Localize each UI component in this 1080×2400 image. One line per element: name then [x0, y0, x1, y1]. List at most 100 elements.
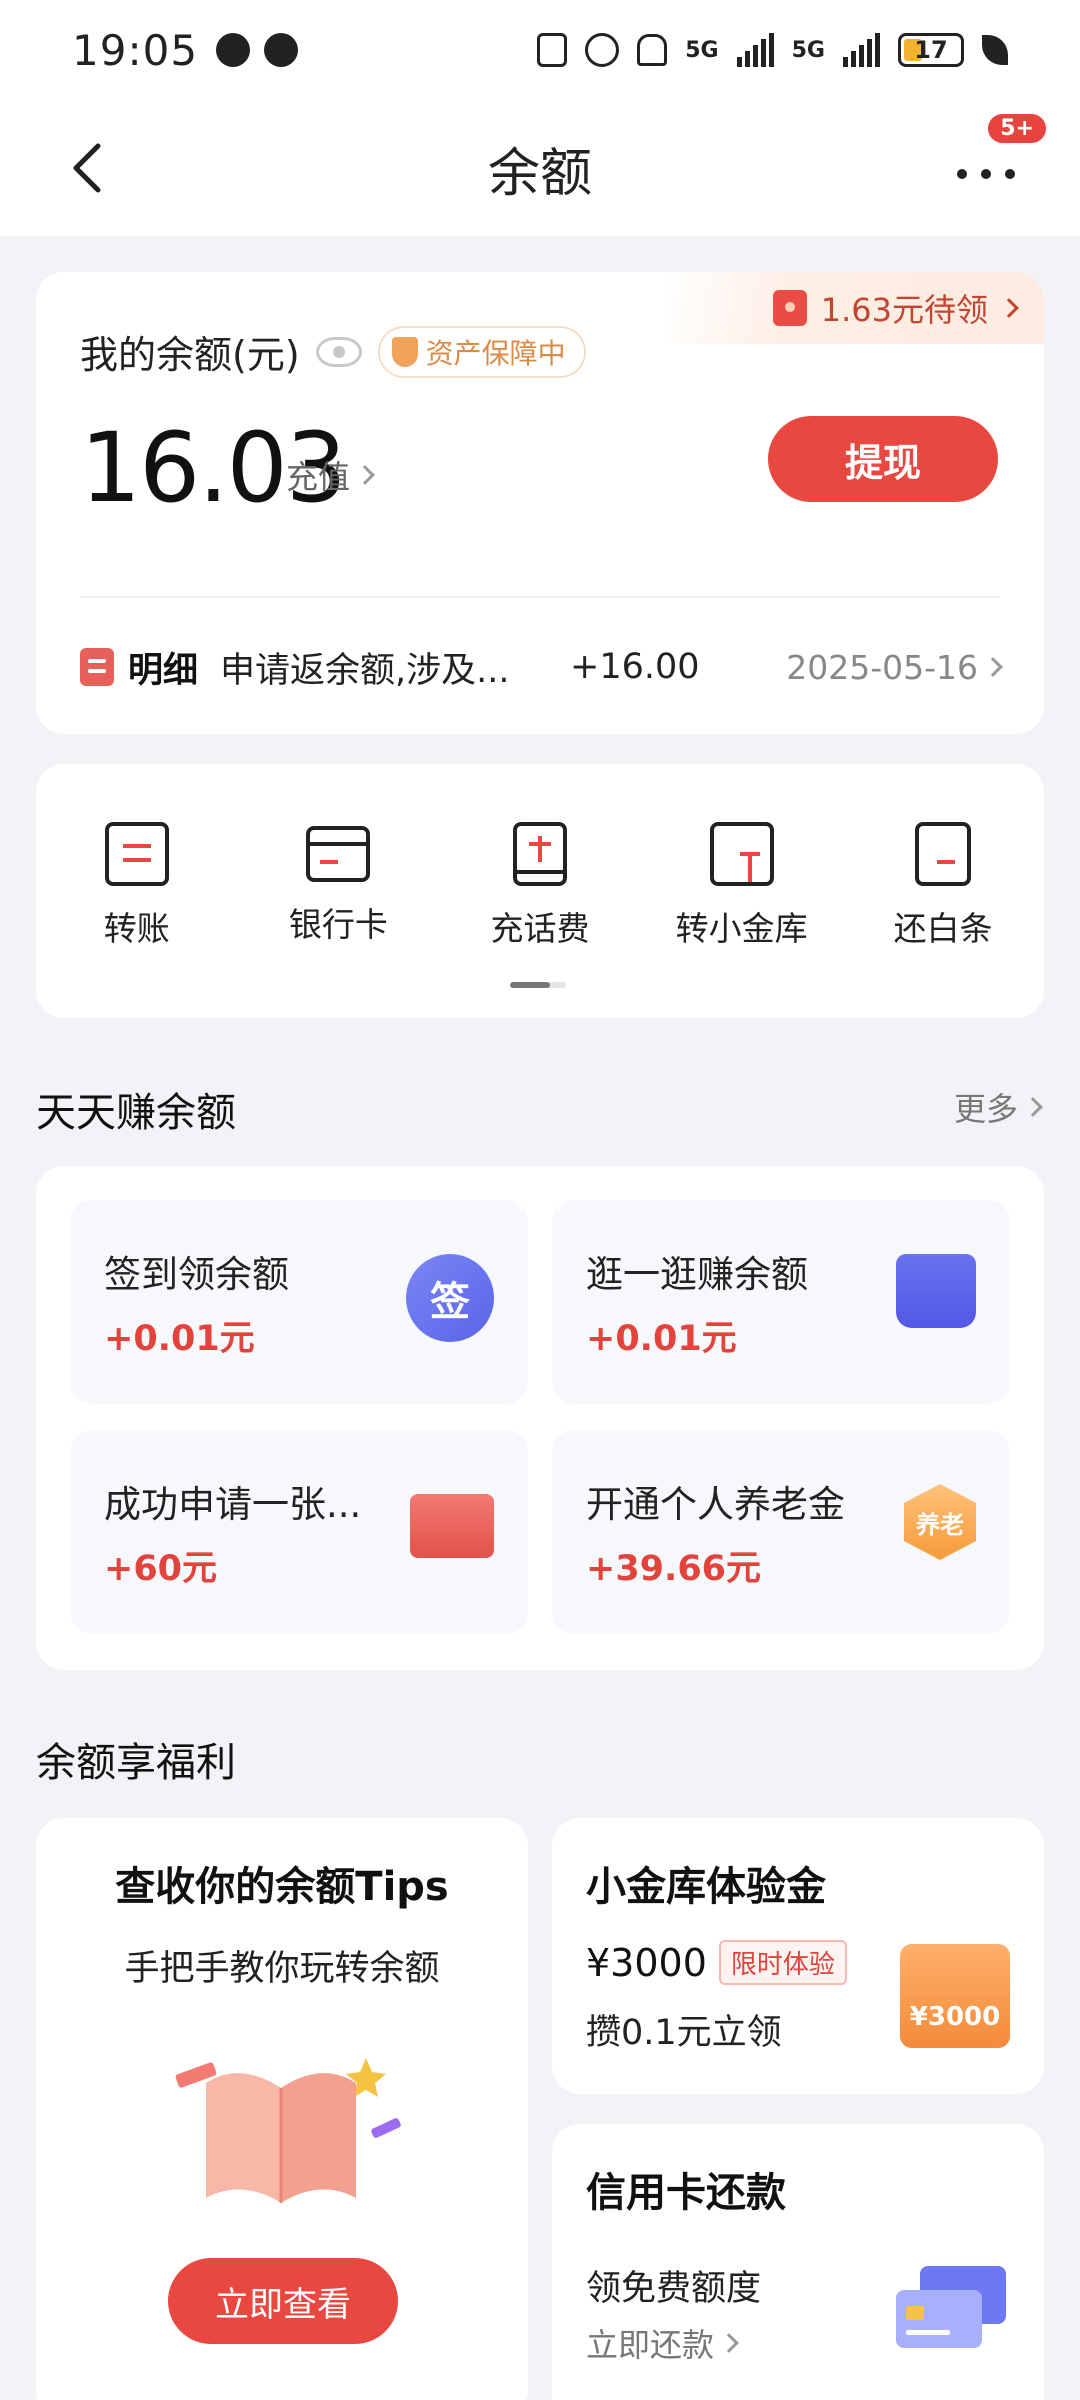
asset-protection-badge[interactable]: 资产保障中	[377, 325, 586, 378]
scroll-indicator	[510, 982, 566, 988]
earn-more-link[interactable]: 更多	[953, 1084, 1043, 1130]
redpacket-pending-link[interactable]: 1.63元待领	[662, 272, 1044, 344]
earn-task-pension[interactable]: 开通个人养老金 +39.66元 养老	[552, 1430, 1010, 1634]
detail-amount: +16.00	[570, 647, 700, 687]
more-label: 更多	[953, 1090, 1018, 1128]
redpacket-text: 1.63元待领	[820, 291, 988, 329]
detail-description: 申请返余额,涉及...	[220, 650, 510, 691]
signal-2-icon	[843, 33, 880, 67]
withdraw-button[interactable]: 提现	[768, 416, 998, 502]
repay-now-label: 立即还款	[586, 2326, 715, 2364]
shopping-bag-icon	[896, 1254, 976, 1328]
balance-card: 1.63元待领 我的余额(元) 资产保障中 16.03 充值 提现 明细 申请返…	[36, 272, 1044, 734]
credit-title: 信用卡还款	[586, 2170, 786, 2216]
detail-label: 明细	[128, 650, 199, 691]
bank-card-icon	[306, 826, 371, 882]
signal-1-icon	[736, 33, 774, 67]
pension-icon: 养老	[904, 1484, 976, 1560]
task-reward: +0.01元	[104, 1319, 255, 1359]
chevron-right-icon	[719, 2333, 739, 2353]
vault-transfer-icon	[709, 822, 774, 886]
eye-icon[interactable]	[315, 336, 362, 367]
signal-2-label: 5G	[791, 37, 825, 63]
transaction-detail-row[interactable]: 明细 申请返余额,涉及... +16.00 2025-05-16	[80, 632, 1003, 702]
message-icon	[264, 33, 299, 67]
vault-amount-row: ¥3000 限时体验	[586, 1940, 847, 1985]
task-reward: +39.66元	[586, 1549, 762, 1589]
chevron-right-icon	[983, 657, 1003, 677]
tips-subtitle: 手把手教你玩转余额	[124, 1949, 440, 1989]
detail-icon	[80, 648, 114, 686]
detail-date-wrap: 2025-05-16	[786, 647, 1003, 687]
back-icon[interactable]	[60, 138, 120, 198]
vault-trial-card[interactable]: 小金库体验金 ¥3000 限时体验 攒0.1元立领 ¥3000	[552, 1818, 1044, 2094]
repay-now-link[interactable]: 立即还款	[586, 2320, 739, 2366]
limited-trial-tag: 限时体验	[718, 1940, 847, 1985]
earn-task-browse[interactable]: 逛一逛赚余额 +0.01元	[552, 1200, 1010, 1404]
vault-title: 小金库体验金	[586, 1864, 826, 1910]
battery-icon: 17	[898, 33, 964, 67]
battery-level: 17	[914, 36, 948, 64]
earn-task-checkin[interactable]: 签到领余额 +0.01元 签	[70, 1200, 528, 1404]
vault-amount: ¥3000	[586, 1940, 707, 1985]
nav-bar: 余额 5+	[0, 100, 1080, 236]
quick-action-bank-card[interactable]: 银行卡	[238, 822, 440, 950]
credit-card-icon	[410, 1494, 494, 1558]
earn-task-credit-card[interactable]: 成功申请一张... +60元	[70, 1430, 528, 1634]
balance-label: 我的余额(元)	[80, 333, 300, 377]
detail-date: 2025-05-16	[786, 647, 978, 687]
status-time: 19:05	[72, 25, 199, 75]
quick-action-vault-transfer[interactable]: 转小金库	[641, 822, 843, 950]
quick-action-repay[interactable]: 还白条	[842, 822, 1044, 950]
quick-action-phone-recharge[interactable]: 充话费	[439, 822, 641, 950]
task-reward: +0.01元	[586, 1319, 737, 1359]
transfer-icon	[104, 822, 169, 886]
protection-text: 资产保障中	[425, 336, 566, 370]
shield-icon	[391, 336, 418, 367]
mute-icon	[637, 34, 668, 66]
tips-card[interactable]: 查收你的余额Tips 手把手教你玩转余额 立即查看	[36, 1818, 528, 2400]
task-title: 签到领余额	[104, 1253, 289, 1296]
quick-action-label: 充话费	[490, 909, 590, 948]
red-packet-icon	[772, 290, 807, 326]
alarm-icon	[585, 33, 620, 67]
signal-1-label: 5G	[685, 37, 719, 63]
phone-recharge-icon	[512, 822, 567, 886]
task-title: 成功申请一张...	[104, 1483, 362, 1526]
page-title: 余额	[487, 143, 592, 204]
earn-card: 签到领余额 +0.01元 签 逛一逛赚余额 +0.01元 成功申请一张... +…	[36, 1166, 1044, 1670]
checkin-icon: 签	[406, 1254, 494, 1342]
notification-badge: 5+	[988, 114, 1046, 143]
quick-action-label: 转账	[103, 909, 170, 948]
quick-action-label: 银行卡	[288, 905, 388, 944]
task-title: 开通个人养老金	[586, 1483, 845, 1526]
red-envelope-icon: ¥3000	[900, 1944, 1010, 2048]
recharge-link[interactable]: 充值	[286, 452, 375, 498]
quick-actions-card: 转账 银行卡 充话费 转小金库 还白条	[36, 764, 1044, 1018]
quick-action-label: 还白条	[893, 909, 993, 948]
divider	[80, 596, 1000, 598]
credit-repay-card[interactable]: 信用卡还款 领免费额度 立即还款	[552, 2124, 1044, 2400]
recharge-label: 充值	[286, 458, 351, 496]
more-icon[interactable]	[948, 142, 1028, 202]
benefits-section-title: 余额享福利	[36, 1740, 236, 1786]
repay-icon	[915, 822, 972, 886]
credit-cards-icon	[896, 2266, 1006, 2348]
quick-action-transfer[interactable]: 转账	[36, 822, 238, 950]
tips-title: 查收你的余额Tips	[115, 1864, 449, 1910]
earn-section-title: 天天赚余额	[36, 1090, 236, 1136]
task-title: 逛一逛赚余额	[586, 1253, 808, 1296]
status-bar: 19:05 5G 5G 17	[0, 0, 1080, 100]
nfc-icon	[537, 33, 568, 67]
view-now-button[interactable]: 立即查看	[168, 2258, 398, 2344]
task-reward: +60元	[104, 1549, 218, 1589]
balance-header: 我的余额(元) 资产保障中	[80, 324, 586, 379]
chevron-right-icon	[355, 465, 375, 485]
chevron-right-icon	[1023, 1097, 1043, 1117]
leaf-icon	[982, 35, 1008, 65]
qq-icon	[216, 33, 251, 67]
book-illustration-icon	[175, 2058, 401, 2203]
vault-description: 攒0.1元立领	[586, 2013, 782, 2053]
credit-description: 领免费额度	[586, 2269, 762, 2309]
quick-action-label: 转小金库	[675, 909, 808, 948]
